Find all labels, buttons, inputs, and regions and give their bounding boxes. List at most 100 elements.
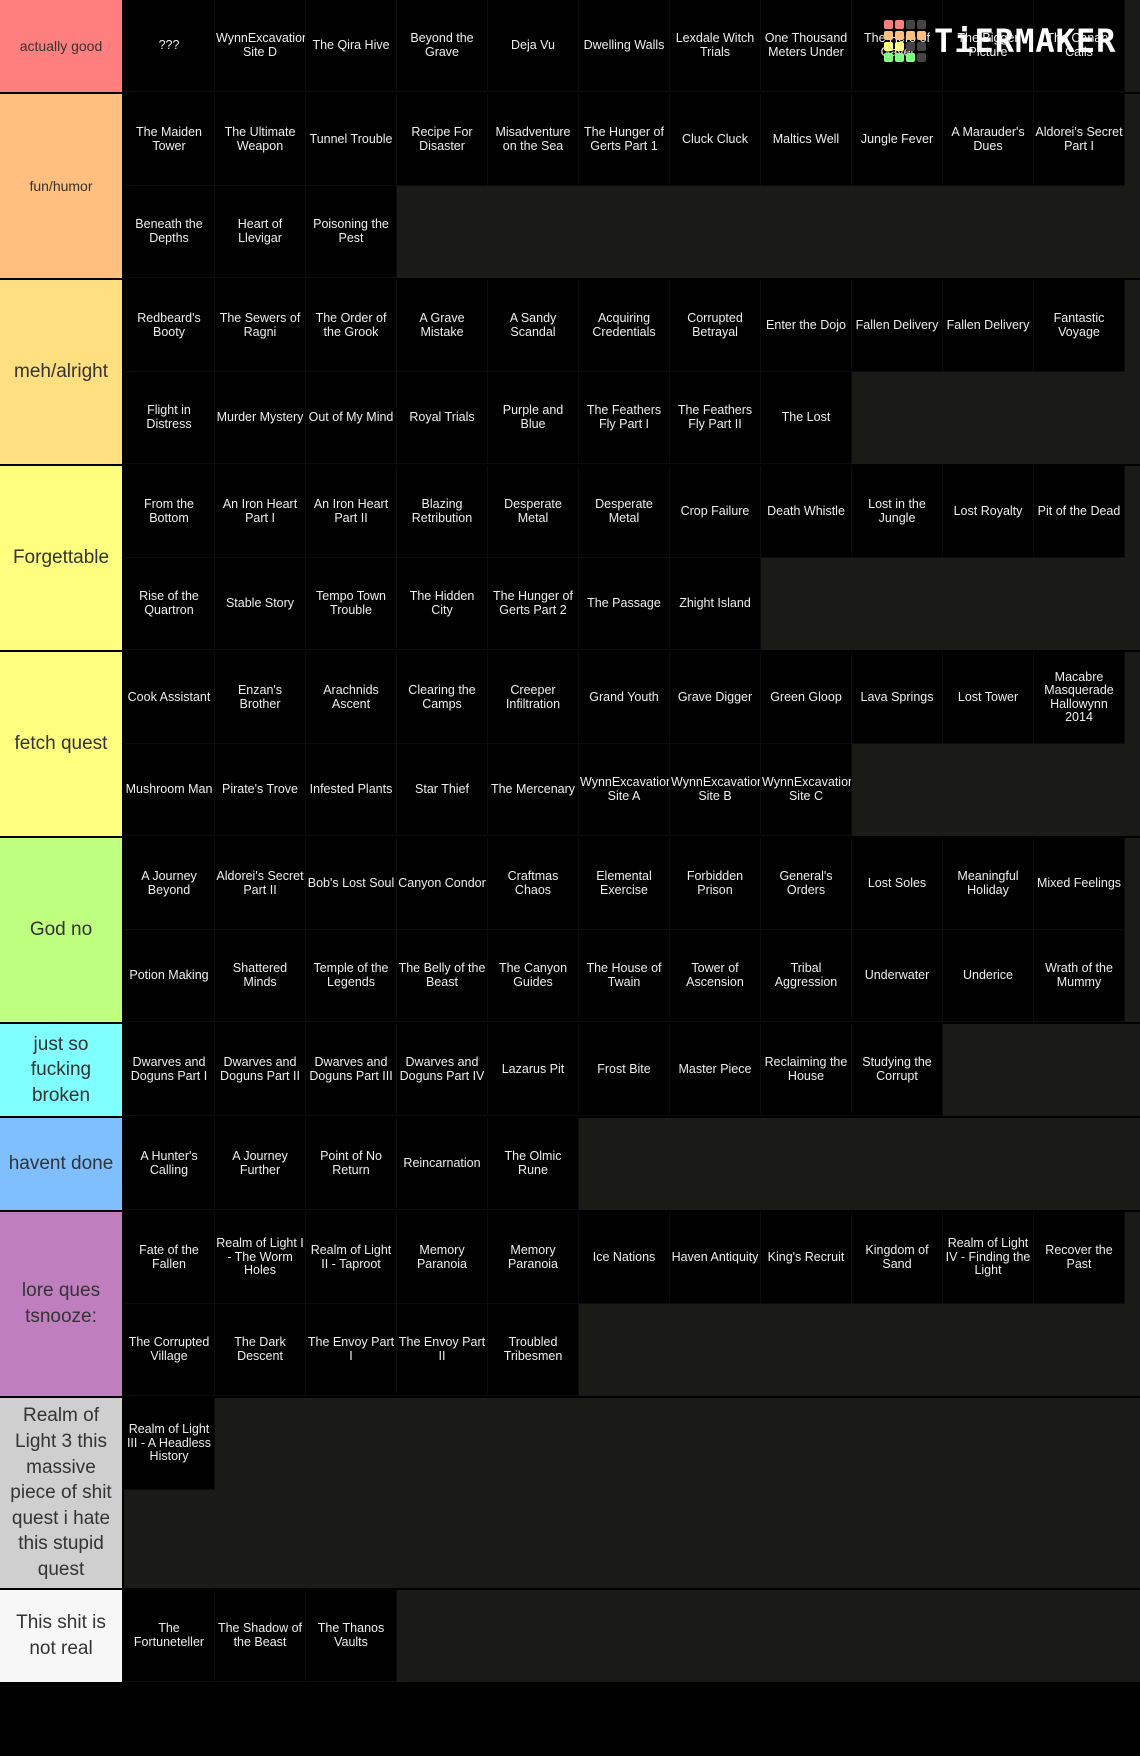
tier-label[interactable]: Forgettable [0,466,124,650]
tier-item[interactable]: Acquiring Credentials [579,280,670,372]
tier-item[interactable]: Lost Tower [943,652,1034,744]
tier-item[interactable]: Death Whistle [761,466,852,558]
tier-item[interactable]: Ice Nations [579,1212,670,1304]
tier-item[interactable]: Blazing Retribution [397,466,488,558]
tier-item[interactable]: Dwarves and Doguns Part III [306,1024,397,1116]
tier-label[interactable]: actually good [0,0,124,92]
tier-item[interactable]: Memory Paranoia [488,1212,579,1304]
tier-item[interactable]: The Ultimate Weapon [215,94,306,186]
tier-item[interactable]: The Hidden City [397,558,488,650]
tier-item[interactable]: Beyond the Grave [397,0,488,92]
tier-label[interactable]: just so fucking broken [0,1024,124,1116]
tier-item[interactable]: Purple and Blue [488,372,579,464]
tier-item[interactable]: Creeper Infiltration [488,652,579,744]
tier-item[interactable]: Stable Story [215,558,306,650]
tier-item[interactable]: The Shadow of the Beast [215,1590,306,1682]
tier-item[interactable]: Enter the Dojo [761,280,852,372]
tier-item[interactable]: Beneath the Depths [124,186,215,278]
tier-item[interactable]: A Grave Mistake [397,280,488,372]
tier-item[interactable]: Cluck Cluck [670,94,761,186]
tier-item[interactable]: The Hunger of Gerts Part 2 [488,558,579,650]
tier-item[interactable]: Fantastic Voyage [1034,280,1125,372]
tier-item[interactable]: Haven Antiquity [670,1212,761,1304]
tier-item[interactable]: Grand Youth [579,652,670,744]
tier-item[interactable]: The Maiden Tower [124,94,215,186]
tier-item[interactable]: A Journey Further [215,1118,306,1210]
tier-item[interactable]: Green Gloop [761,652,852,744]
tier-item[interactable]: Deja Vu [488,0,579,92]
tier-item[interactable]: Forbidden Prison [670,838,761,930]
tier-item[interactable]: Pirate's Trove [215,744,306,836]
tier-label[interactable]: Realm of Light 3 this massive piece of s… [0,1398,124,1588]
tier-item[interactable]: WynnExcavation Site C [761,744,852,836]
tier-item[interactable]: Meaningful Holiday [943,838,1034,930]
tier-item[interactable]: Zhight Island [670,558,761,650]
tier-item[interactable]: A Journey Beyond [124,838,215,930]
tier-item[interactable]: Tempo Town Trouble [306,558,397,650]
tier-item[interactable]: Poisoning the Pest [306,186,397,278]
tier-item[interactable]: Redbeard's Booty [124,280,215,372]
tier-item[interactable]: One Thousand Meters Under [761,0,852,92]
tier-item[interactable]: Underice [943,930,1034,1022]
tier-item[interactable]: Troubled Tribesmen [488,1304,579,1396]
tier-item[interactable]: Rise of the Quartron [124,558,215,650]
tier-item[interactable]: The Passage [579,558,670,650]
tier-label[interactable]: lore ques tsnooze: [0,1212,124,1396]
tier-item[interactable]: General's Orders [761,838,852,930]
tier-label[interactable]: havent done [0,1118,124,1210]
tier-item[interactable]: Bob's Lost Soul [306,838,397,930]
tier-item[interactable]: Lexdale Witch Trials [670,0,761,92]
tier-item[interactable]: WynnExcavation Site B [670,744,761,836]
tier-item[interactable]: WynnExcavation Site A [579,744,670,836]
tier-item[interactable]: Fate of the Fallen [124,1212,215,1304]
tier-item[interactable]: Fallen Delivery [852,280,943,372]
tier-item[interactable]: Point of No Return [306,1118,397,1210]
tier-item[interactable]: From the Bottom [124,466,215,558]
tier-item[interactable]: Realm of Light II - Taproot [306,1212,397,1304]
tier-item[interactable]: The House of Twain [579,930,670,1022]
tier-item[interactable]: The Belly of the Beast [397,930,488,1022]
tier-item[interactable]: A Sandy Scandal [488,280,579,372]
tier-item[interactable]: Star Thief [397,744,488,836]
tier-item[interactable]: The Feathers Fly Part I [579,372,670,464]
tier-item[interactable]: Aldorei's Secret Part II [215,838,306,930]
tier-item[interactable]: Canyon Condor [397,838,488,930]
tier-item[interactable]: Fallen Delivery [943,280,1034,372]
tier-item[interactable]: Frost Bite [579,1024,670,1116]
tier-item[interactable]: Temple of the Legends [306,930,397,1022]
tier-item[interactable]: Dwarves and Doguns Part I [124,1024,215,1116]
tier-item[interactable]: A Marauder's Dues [943,94,1034,186]
tier-item[interactable]: Grave Digger [670,652,761,744]
tier-item[interactable]: The Qira Hive [306,0,397,92]
tier-item[interactable]: The Hunger of Gerts Part 1 [579,94,670,186]
tier-item[interactable]: Tunnel Trouble [306,94,397,186]
tier-item[interactable]: An Iron Heart Part II [306,466,397,558]
tier-item[interactable]: Cook Assistant [124,652,215,744]
tier-item[interactable]: Studying the Corrupt [852,1024,943,1116]
tier-item[interactable]: The Mercenary [488,744,579,836]
tier-item[interactable]: Desperate Metal [579,466,670,558]
tier-item[interactable]: Potion Making [124,930,215,1022]
tier-item[interactable]: Wrath of the Mummy [1034,930,1125,1022]
tier-item[interactable]: The Sewers of Ragni [215,280,306,372]
tier-item[interactable]: ??? [124,0,215,92]
tier-item[interactable]: Maltics Well [761,94,852,186]
tier-item[interactable]: The Corrupted Village [124,1304,215,1396]
tier-item[interactable]: Lost in the Jungle [852,466,943,558]
tier-item[interactable]: Tower of Ascension [670,930,761,1022]
tier-item[interactable]: Mushroom Man [124,744,215,836]
tier-item[interactable]: Out of My Mind [306,372,397,464]
tier-item[interactable]: The Feathers Fly Part II [670,372,761,464]
tier-item[interactable]: The Envoy Part II [397,1304,488,1396]
tier-item[interactable]: Realm of Light III - A Headless History [124,1398,215,1490]
tier-item[interactable]: Royal Trials [397,372,488,464]
tier-item[interactable]: Jungle Fever [852,94,943,186]
tier-item[interactable]: Dwarves and Doguns Part IV [397,1024,488,1116]
tier-label[interactable]: This shit is not real [0,1590,124,1682]
tier-item[interactable]: The Lost [761,372,852,464]
tier-item[interactable]: An Iron Heart Part I [215,466,306,558]
tier-item[interactable]: Recipe For Disaster [397,94,488,186]
tier-item[interactable]: Lava Springs [852,652,943,744]
tier-item[interactable]: Dwelling Walls [579,0,670,92]
tier-item[interactable]: The Envoy Part I [306,1304,397,1396]
